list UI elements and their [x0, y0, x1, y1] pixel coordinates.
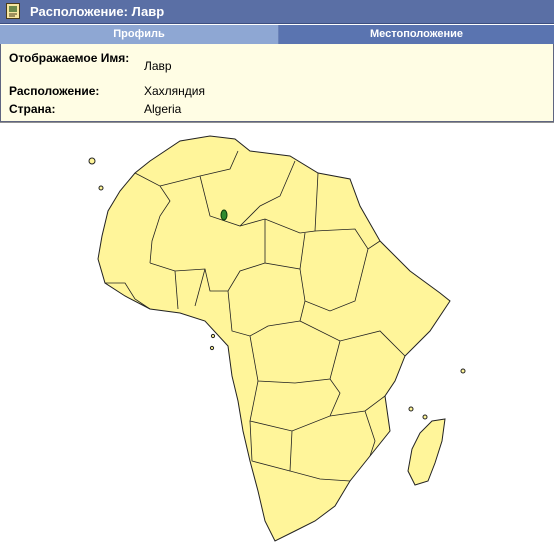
country-value: Algeria: [144, 102, 182, 116]
country-label: Страна:: [9, 102, 56, 116]
location-marker[interactable]: [220, 209, 228, 221]
africa-continent: [97, 135, 451, 542]
comoros-island: [408, 406, 414, 412]
display-name-value: Лавр: [144, 59, 172, 73]
map-document-icon: [6, 3, 20, 19]
seychelles-island: [460, 368, 466, 374]
map-view[interactable]: [0, 122, 554, 550]
window-title: Расположение: Лавр: [30, 4, 165, 19]
display-name-label: Отображаемое Имя:: [9, 51, 130, 65]
canary-island: [88, 157, 96, 165]
tab-location[interactable]: Местоположение: [279, 25, 554, 44]
cape-verde-island: [98, 185, 104, 191]
window-titlebar: Расположение: Лавр: [0, 0, 554, 24]
tab-profile[interactable]: Профиль: [0, 25, 279, 44]
africa-map[interactable]: [0, 123, 554, 550]
mayotte-island: [422, 414, 428, 420]
annobon-island: [209, 345, 215, 351]
profile-info-panel: Отображаемое Имя: Лавр Расположение: Хах…: [0, 44, 554, 122]
location-value: Хахляндия: [144, 84, 206, 98]
tab-bar: Профиль Местоположение: [0, 25, 554, 44]
sao-tome-island: [210, 333, 216, 339]
madagascar: [407, 418, 446, 486]
location-label: Расположение:: [9, 84, 100, 98]
